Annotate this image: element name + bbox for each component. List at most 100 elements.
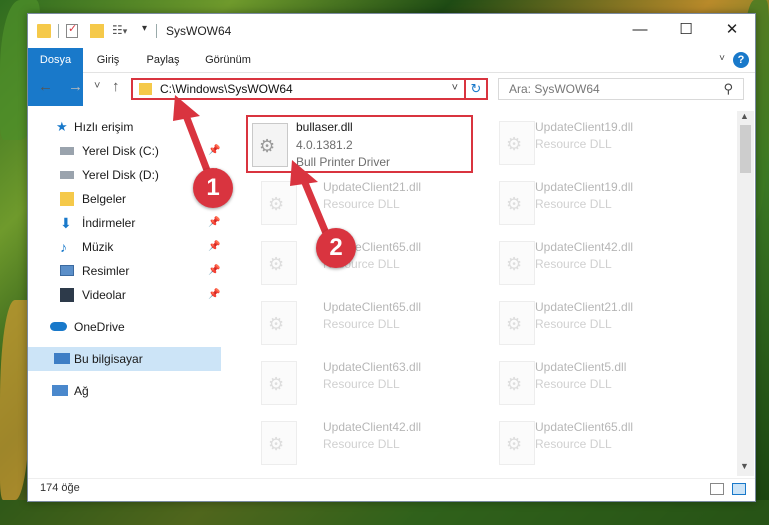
details-view-icon[interactable] [710, 483, 724, 495]
file-item[interactable]: ⚙ UpdateClient65.dll Resource DLL [245, 235, 475, 293]
forward-button[interactable]: → [68, 78, 83, 95]
tab-home[interactable]: Giriş [88, 48, 128, 72]
back-button[interactable]: ← [38, 78, 53, 95]
address-path: C:\Windows\SysWOW64 [160, 82, 293, 96]
up-button[interactable]: ↑ [112, 78, 120, 95]
file-item[interactable]: ⚙ UpdateClient65.dll Resource DLL [245, 295, 475, 353]
dll-file-icon: ⚙ [499, 241, 535, 285]
tab-share[interactable]: Paylaş [140, 48, 186, 72]
pin-icon: 📌 [208, 241, 221, 252]
sidebar-item-local-disk-d[interactable]: Yerel Disk (D:) 📌 [28, 163, 221, 187]
file-item[interactable]: ⚙ UpdateClient19.dll Resource DLL [483, 175, 713, 233]
file-name: bullaser.dll [296, 120, 353, 134]
folder-icon [37, 24, 51, 38]
download-arrow-icon: ⬇ [60, 215, 72, 231]
large-icons-view-icon[interactable] [732, 483, 746, 495]
file-name: UpdateClient19.dll [535, 180, 634, 194]
pictures-icon [60, 265, 74, 276]
vertical-scrollbar[interactable]: ▲ ▼ [737, 111, 754, 476]
chevron-down-icon[interactable]: ˅ [452, 82, 458, 94]
scroll-up-icon[interactable]: ▲ [740, 111, 749, 121]
sidebar-item-videos[interactable]: Videolar 📌 [28, 283, 221, 307]
new-folder-icon[interactable] [90, 24, 104, 38]
file-description: Resource DLL [535, 137, 612, 151]
properties-icon[interactable]: ✓ [66, 23, 78, 38]
sidebar-item-onedrive[interactable]: OneDrive [28, 315, 221, 339]
cloud-icon [50, 322, 67, 331]
sidebar-item-label: Resimler [82, 264, 130, 278]
gear-icon: ⚙ [506, 314, 523, 334]
address-bar[interactable]: C:\Windows\SysWOW64 ˅ [131, 78, 488, 100]
file-name: UpdateClient65.dll [323, 300, 422, 314]
refresh-button[interactable]: ↻ [464, 78, 488, 100]
dll-file-icon: ⚙ [499, 361, 535, 405]
file-description: Resource DLL [323, 437, 400, 451]
sidebar-item-network[interactable]: Ağ [28, 379, 221, 403]
pin-icon: 📌 [208, 265, 221, 276]
file-item[interactable]: ⚙ UpdateClient65.dll Resource DLL [483, 415, 713, 471]
maximize-button[interactable]: ☐ [663, 14, 709, 46]
sidebar-item-local-disk-c[interactable]: Yerel Disk (C:) 📌 [28, 139, 221, 163]
close-button[interactable]: ✕ [709, 14, 755, 46]
sidebar-item-quick-access[interactable]: ★ Hızlı erişim [28, 115, 221, 139]
dll-file-icon: ⚙ [499, 421, 535, 465]
sidebar-item-downloads[interactable]: ⬇ İndirmeler 📌 [28, 211, 221, 235]
scroll-thumb[interactable] [740, 125, 751, 173]
file-item[interactable]: ⚙ UpdateClient42.dll Resource DLL [245, 415, 475, 471]
scroll-down-icon[interactable]: ▼ [740, 461, 749, 471]
file-description: Resource DLL [535, 257, 612, 271]
dll-file-icon: ⚙ [261, 421, 297, 465]
gear-icon: ⚙ [506, 434, 523, 454]
file-item[interactable]: ⚙ UpdateClient21.dll Resource DLL [245, 175, 475, 233]
item-count: 174 öğe [40, 482, 80, 494]
file-description: Resource DLL [323, 317, 400, 331]
file-item[interactable]: ⚙ UpdateClient63.dll Resource DLL [245, 355, 475, 413]
sidebar-item-label: Yerel Disk (C:) [82, 144, 159, 158]
file-description: Resource DLL [323, 377, 400, 391]
recent-locations-button[interactable]: ˅ [94, 80, 100, 92]
tab-view[interactable]: Görünüm [198, 48, 258, 72]
annotation-callout-2: 2 [316, 228, 356, 268]
sidebar-item-label: Videolar [82, 288, 126, 302]
background-leaf [0, 500, 769, 525]
ribbon-tabs: Dosya Giriş Paylaş Görünüm ˅ ? [28, 48, 755, 106]
search-placeholder: Ara: SysWOW64 [509, 82, 600, 96]
sidebar-item-music[interactable]: ♪ Müzik 📌 [28, 235, 221, 259]
music-note-icon: ♪ [60, 239, 67, 255]
minimize-button[interactable]: — [617, 14, 663, 46]
file-item[interactable]: ⚙ UpdateClient5.dll Resource DLL [483, 355, 713, 413]
dll-file-icon: ⚙ [261, 241, 297, 285]
file-description: Resource DLL [535, 377, 612, 391]
file-description: Resource DLL [535, 197, 612, 211]
title-bar: ✓ ☷▾ ▾ SysWOW64 — ☐ ✕ [28, 14, 755, 48]
pin-icon: 📌 [208, 217, 221, 228]
help-icon[interactable]: ? [733, 52, 749, 68]
file-item[interactable]: ⚙ UpdateClient21.dll Resource DLL [483, 295, 713, 353]
file-item-bullaser[interactable]: ⚙ bullaser.dll 4.0.1381.2 Bull Printer D… [246, 115, 473, 173]
quick-access-dropdown-icon[interactable]: ▾ [142, 23, 147, 41]
star-icon: ★ [56, 119, 68, 134]
sidebar-item-this-pc[interactable]: Bu bilgisayar [28, 347, 221, 371]
file-item[interactable]: ⚙ UpdateClient19.dll Resource DLL [483, 115, 713, 173]
customize-quick-access-icon[interactable]: ☷▾ [112, 23, 127, 41]
file-name: UpdateClient19.dll [535, 120, 634, 134]
sidebar-item-label: İndirmeler [82, 216, 136, 230]
file-description: Bull Printer Driver [296, 155, 391, 169]
search-icon: ⚲ [723, 81, 733, 96]
file-description: Resource DLL [535, 317, 612, 331]
search-input[interactable]: Ara: SysWOW64 ⚲ [498, 78, 744, 100]
gear-icon: ⚙ [268, 314, 285, 334]
status-bar: 174 öğe [28, 478, 755, 501]
file-name: UpdateClient21.dll [535, 300, 634, 314]
file-item[interactable]: ⚙ UpdateClient42.dll Resource DLL [483, 235, 713, 293]
file-name: UpdateClient5.dll [535, 360, 627, 374]
drive-icon [60, 171, 74, 179]
navigation-pane: ★ Hızlı erişim Yerel Disk (C:) 📌 Yerel D… [28, 111, 221, 471]
file-list: ⚙ bullaser.dll 4.0.1381.2 Bull Printer D… [231, 111, 737, 471]
sidebar-item-label: Hızlı erişim [74, 120, 134, 134]
file-description: Resource DLL [535, 437, 612, 451]
sidebar-item-documents[interactable]: Belgeler [28, 187, 221, 211]
expand-ribbon-icon[interactable]: ˅ [719, 53, 725, 64]
file-name: UpdateClient42.dll [535, 240, 634, 254]
sidebar-item-pictures[interactable]: Resimler 📌 [28, 259, 221, 283]
